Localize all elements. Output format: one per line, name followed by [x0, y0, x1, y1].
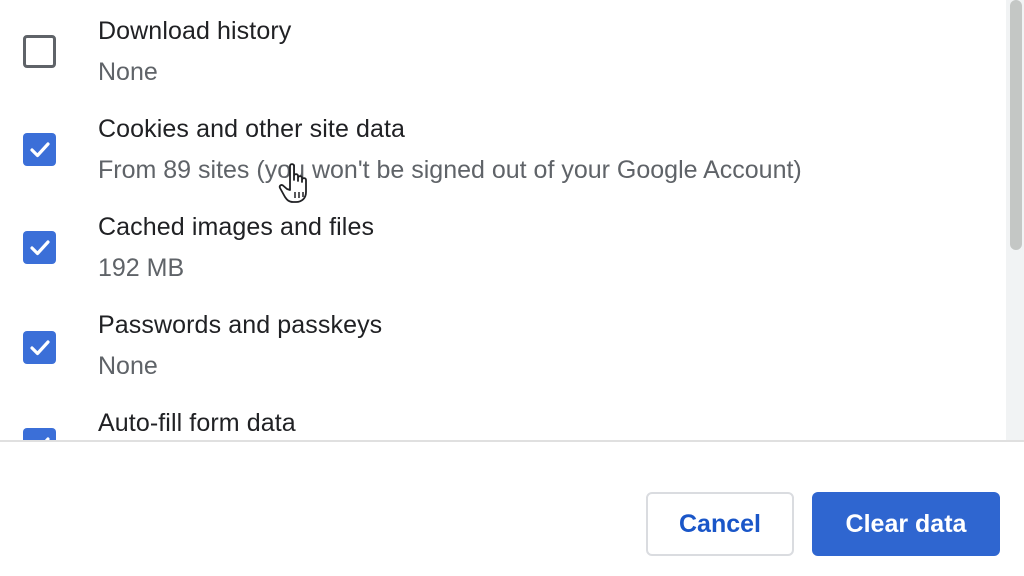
checkmark-icon — [30, 340, 50, 356]
list-item-passwords[interactable]: Passwords and passkeys None — [0, 294, 1000, 392]
item-title: Cookies and other site data — [98, 115, 406, 143]
item-subtitle: None — [98, 352, 158, 380]
clear-browsing-data-dialog: Download history None Cookies and other … — [0, 0, 1024, 576]
dialog-footer: Cancel Clear data — [0, 442, 1024, 576]
list-item-cached-images[interactable]: Cached images and files 192 MB — [0, 196, 1000, 294]
autofill-checkbox[interactable] — [23, 428, 56, 440]
list-item-autofill[interactable]: Auto-fill form data — [0, 392, 1000, 440]
list-item-download-history[interactable]: Download history None — [0, 0, 1000, 98]
cancel-button[interactable]: Cancel — [646, 492, 794, 556]
item-title: Cached images and files — [98, 213, 375, 241]
list-item-cookies[interactable]: Cookies and other site data From 89 site… — [0, 98, 1000, 196]
checkmark-icon — [30, 240, 50, 256]
checkmark-icon — [30, 142, 50, 158]
passwords-checkbox[interactable] — [23, 331, 56, 364]
item-title: Auto-fill form data — [98, 409, 296, 437]
item-subtitle: From 89 sites (you won't be signed out o… — [98, 156, 802, 184]
cached-images-checkbox[interactable] — [23, 231, 56, 264]
item-title: Passwords and passkeys — [98, 311, 383, 339]
item-subtitle: 192 MB — [98, 254, 185, 282]
clear-data-button[interactable]: Clear data — [812, 492, 1000, 556]
scrollbar-thumb[interactable] — [1010, 0, 1022, 250]
data-type-list[interactable]: Download history None Cookies and other … — [0, 0, 1006, 440]
checkmark-icon — [44, 437, 50, 440]
item-subtitle: None — [98, 58, 158, 86]
item-title: Download history — [98, 17, 292, 45]
cookies-checkbox[interactable] — [23, 133, 56, 166]
download-history-checkbox[interactable] — [23, 35, 56, 68]
